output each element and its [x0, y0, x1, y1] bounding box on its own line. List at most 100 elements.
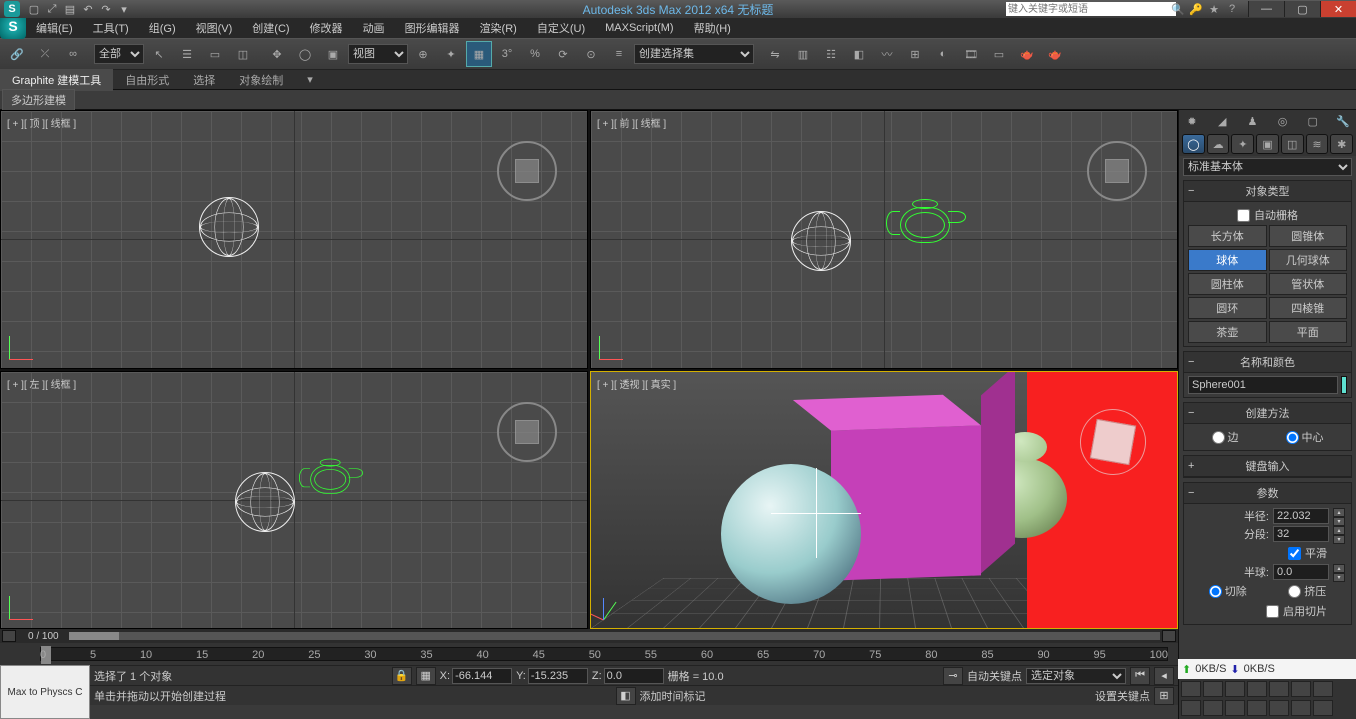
select-icon[interactable]: ↖ [146, 41, 172, 67]
mirror-icon[interactable]: ⇋ [762, 41, 788, 67]
move-icon[interactable]: ✥ [264, 41, 290, 67]
prim-box[interactable]: 长方体 [1188, 225, 1267, 247]
motion-tab-icon[interactable]: ◎ [1274, 112, 1292, 130]
viewport-left-label[interactable]: [ + ][ 左 ][ 线框 ] [7, 376, 76, 391]
primitive-set-dropdown[interactable]: 标准基本体 [1183, 158, 1352, 176]
add-time-tag[interactable]: 添加时间标记 [640, 688, 706, 704]
absolute-mode-icon[interactable]: ▦ [416, 667, 436, 685]
angle-snap-icon[interactable]: 3° [494, 41, 520, 67]
pivot-icon[interactable]: ⊕ [410, 41, 436, 67]
minimize-button[interactable]: — [1248, 1, 1284, 17]
save-icon[interactable]: ▤ [62, 2, 78, 16]
render-icon[interactable]: 🫖 [1014, 41, 1040, 67]
viewport-left[interactable]: [ + ][ 左 ][ 线框 ] [0, 371, 588, 630]
track-slider[interactable] [69, 632, 1160, 640]
menu-views[interactable]: 视图(V) [186, 18, 243, 38]
select-name-icon[interactable]: ☰ [174, 41, 200, 67]
maxscript-listener[interactable]: Max to Physcs C [0, 665, 90, 719]
polymodel-button[interactable]: 多边形建模 [2, 89, 75, 111]
time-slider-handle[interactable] [41, 646, 51, 664]
maximize-button[interactable]: ▢ [1284, 1, 1320, 17]
named-sel-icon[interactable]: ≡ [606, 41, 632, 67]
sphere-wireframe[interactable] [791, 211, 851, 271]
nav3-icon[interactable] [1247, 700, 1267, 716]
zoom-extents-icon[interactable] [1269, 681, 1289, 697]
utilities-tab-icon[interactable]: 🔧 [1334, 112, 1352, 130]
prim-geosphere[interactable]: 几何球体 [1269, 249, 1348, 271]
play-prev-icon[interactable]: ◂ [1154, 667, 1174, 685]
ribbon-tab-graphite[interactable]: Graphite 建模工具 [0, 69, 113, 91]
rollout-toggle-icon[interactable]: + [1188, 460, 1194, 472]
time-ruler[interactable]: 0510152025303540455055606570758085909510… [0, 643, 1178, 665]
new-icon[interactable]: ▢ [26, 2, 42, 16]
ref-coord-dropdown[interactable]: 视图 [348, 44, 408, 64]
lights-cat-icon[interactable]: ✦ [1231, 134, 1254, 154]
open-icon[interactable]: ⤢ [44, 2, 60, 16]
nav2-icon[interactable] [1225, 700, 1245, 716]
viewport-perspective[interactable]: [ + ][ 透视 ][ 真实 ] [590, 371, 1178, 630]
viewport-front-label[interactable]: [ + ][ 前 ][ 线框 ] [597, 115, 666, 130]
create-tab-icon[interactable]: ✹ [1183, 112, 1201, 130]
play-start-icon[interactable]: ⏮ [1130, 667, 1150, 685]
teapot-wireframe[interactable] [299, 261, 379, 311]
schematic-icon[interactable]: ⊞ [902, 41, 928, 67]
render-setup-icon[interactable]: 🎞 [958, 41, 984, 67]
fov-icon[interactable] [1247, 681, 1267, 697]
space-warps-cat-icon[interactable]: ≋ [1306, 134, 1329, 154]
menu-group[interactable]: 组(G) [139, 18, 186, 38]
ribbon-collapse-icon[interactable]: ▾ [295, 70, 325, 89]
close-button[interactable]: ✕ [1320, 1, 1356, 17]
slice-checkbox[interactable] [1266, 605, 1279, 618]
keymode-icon[interactable]: ⊸ [943, 667, 963, 685]
viewcube-front[interactable] [1087, 141, 1147, 201]
nav4-icon[interactable] [1269, 700, 1289, 716]
teapot-wireframe[interactable] [886, 197, 966, 247]
autogrid-checkbox[interactable] [1237, 209, 1250, 222]
menu-customize[interactable]: 自定义(U) [527, 18, 595, 38]
key-icon[interactable]: 🔑 [1188, 2, 1204, 16]
zoom-icon[interactable] [1203, 681, 1223, 697]
sphere-wireframe[interactable] [199, 197, 259, 257]
segments-input[interactable] [1273, 526, 1329, 542]
radius-spinner[interactable]: ▴▾ [1333, 508, 1345, 524]
prim-cylinder[interactable]: 圆柱体 [1188, 273, 1267, 295]
bind-icon[interactable]: ∞ [60, 41, 86, 67]
edge-radio[interactable] [1212, 431, 1225, 444]
radius-input[interactable] [1273, 508, 1329, 524]
spinner-snap-icon[interactable]: ⟳ [550, 41, 576, 67]
menu-maxscript[interactable]: MAXScript(M) [595, 20, 683, 36]
rollout-toggle-icon[interactable]: − [1188, 487, 1194, 499]
material-editor-icon[interactable]: ◐ [930, 41, 956, 67]
scale-icon[interactable]: ▣ [320, 41, 346, 67]
rotate-icon[interactable]: ◯ [292, 41, 318, 67]
coord-y-input[interactable] [528, 668, 588, 684]
pan-icon[interactable] [1181, 681, 1201, 697]
hierarchy-tab-icon[interactable]: ♟ [1243, 112, 1261, 130]
viewport-persp-label[interactable]: [ + ][ 透视 ][ 真实 ] [597, 376, 676, 391]
modify-tab-icon[interactable]: ◢ [1213, 112, 1231, 130]
window-crossing-icon[interactable]: ◫ [230, 41, 256, 67]
undo-icon[interactable]: ↶ [80, 2, 96, 16]
menu-graph[interactable]: 图形编辑器 [395, 18, 470, 38]
rollout-toggle-icon[interactable]: − [1188, 185, 1194, 197]
ribbon-tab-paint[interactable]: 对象绘制 [227, 69, 295, 91]
squash-radio[interactable] [1288, 585, 1301, 598]
coord-x-input[interactable] [452, 668, 512, 684]
teapot-wireframe[interactable] [299, 457, 363, 497]
setkey-button[interactable]: 设置关键点 [1095, 688, 1150, 704]
favorite-icon[interactable]: ★ [1206, 2, 1222, 16]
pivot-snap-icon[interactable]: ⊙ [578, 41, 604, 67]
select-region-icon[interactable]: ▭ [202, 41, 228, 67]
prim-teapot[interactable]: 茶壶 [1188, 321, 1267, 343]
prim-pyramid[interactable]: 四棱锥 [1269, 297, 1348, 319]
shapes-cat-icon[interactable]: ☁ [1207, 134, 1230, 154]
curve-editor-icon[interactable]: 〰 [874, 41, 900, 67]
menu-create[interactable]: 创建(C) [242, 18, 299, 38]
key-filters-icon[interactable]: ⊞ [1154, 687, 1174, 705]
autokey-button[interactable]: 自动关键点 [967, 668, 1022, 684]
viewport-top-label[interactable]: [ + ][ 顶 ][ 线框 ] [7, 115, 76, 130]
systems-cat-icon[interactable]: ✱ [1330, 134, 1353, 154]
hemi-input[interactable] [1273, 564, 1329, 580]
viewport-front[interactable]: [ + ][ 前 ][ 线框 ] [590, 110, 1178, 369]
selection-filter-dropdown[interactable]: 全部 [94, 44, 144, 64]
